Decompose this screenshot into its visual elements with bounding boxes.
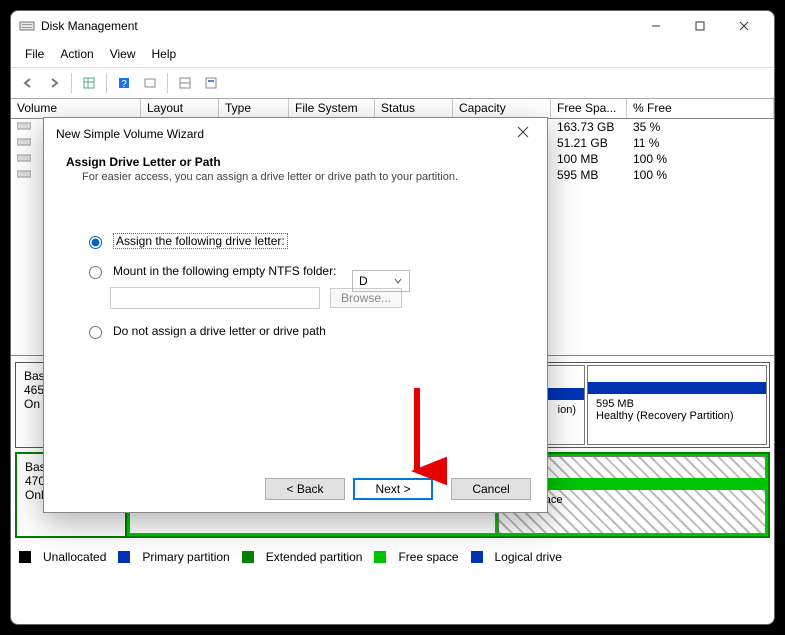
radio-mount-folder[interactable] [89, 266, 102, 279]
radio-assign-letter[interactable] [89, 236, 102, 249]
swatch-unallocated [19, 551, 31, 563]
menu-action[interactable]: Action [52, 43, 101, 65]
cell-pctfree: 100 % [627, 168, 673, 182]
new-simple-volume-wizard: New Simple Volume Wizard Assign Drive Le… [43, 117, 548, 513]
col-capacity[interactable]: Capacity [453, 99, 551, 118]
app-icon [19, 18, 35, 34]
wizard-subheading: For easier access, you can assign a driv… [66, 169, 525, 183]
cell-pctfree: 11 % [627, 136, 665, 150]
toolbar-view-icon[interactable] [78, 72, 100, 94]
radio-no-assign[interactable] [89, 326, 102, 339]
disk-icon [17, 120, 31, 132]
menu-help[interactable]: Help [144, 43, 185, 65]
drive-letter-select[interactable]: D [352, 270, 410, 292]
col-volume[interactable]: Volume [11, 99, 141, 118]
svg-text:?: ? [121, 79, 127, 90]
legend: Unallocated Primary partition Extended p… [11, 544, 774, 570]
forward-icon[interactable] [43, 72, 65, 94]
opt-no-assign-label: Do not assign a drive letter or drive pa… [113, 324, 326, 338]
swatch-free [374, 551, 386, 563]
back-icon[interactable] [17, 72, 39, 94]
toolbar-icon-2[interactable] [200, 72, 222, 94]
col-layout[interactable]: Layout [141, 99, 219, 118]
back-button[interactable]: < Back [265, 478, 345, 500]
swatch-logical [471, 551, 483, 563]
minimize-button[interactable] [634, 11, 678, 41]
swatch-primary [118, 551, 130, 563]
col-pctfree[interactable]: % Free [627, 99, 774, 118]
cell-freespace: 100 MB [551, 152, 627, 166]
window-title: Disk Management [41, 19, 138, 33]
disk-icon [17, 168, 31, 180]
cell-freespace: 51.21 GB [551, 136, 627, 150]
col-status[interactable]: Status [375, 99, 453, 118]
wizard-close-button[interactable] [511, 126, 535, 141]
disk-icon [17, 136, 31, 148]
disk-icon [17, 152, 31, 164]
folder-path-input[interactable] [110, 287, 320, 309]
wizard-heading: Assign Drive Letter or Path [66, 155, 525, 169]
menu-file[interactable]: File [17, 43, 52, 65]
toolbar-icon-1[interactable] [174, 72, 196, 94]
maximize-button[interactable] [678, 11, 722, 41]
opt-assign-letter-label: Assign the following drive letter: [113, 233, 288, 249]
partition-status: Healthy (Recovery Partition) [596, 410, 758, 422]
cancel-button[interactable]: Cancel [451, 478, 531, 500]
help-icon[interactable]: ? [113, 72, 135, 94]
cell-pctfree: 100 % [627, 152, 673, 166]
col-freespace[interactable]: Free Spa... [551, 99, 627, 118]
toolbar: ? [11, 67, 774, 99]
next-button[interactable]: Next > [353, 478, 433, 500]
menu-bar: File Action View Help [11, 41, 774, 67]
partition-recovery[interactable]: 595 MB Healthy (Recovery Partition) [587, 365, 767, 445]
col-type[interactable]: Type [219, 99, 289, 118]
cell-freespace: 163.73 GB [551, 120, 627, 134]
chevron-down-icon [393, 276, 403, 286]
volume-table-header: Volume Layout Type File System Status Ca… [11, 99, 774, 119]
col-filesystem[interactable]: File System [289, 99, 375, 118]
cell-pctfree: 35 % [627, 120, 666, 134]
refresh-icon[interactable] [139, 72, 161, 94]
close-button[interactable] [722, 11, 766, 41]
opt-mount-folder-label: Mount in the following empty NTFS folder… [113, 264, 336, 278]
partition-size: 595 MB [596, 398, 758, 410]
wizard-title: New Simple Volume Wizard [56, 127, 204, 141]
swatch-extended [242, 551, 254, 563]
title-bar: Disk Management [11, 11, 774, 41]
cell-freespace: 595 MB [551, 168, 627, 182]
disk-management-window: Disk Management File Action View Help ? … [10, 10, 775, 625]
menu-view[interactable]: View [102, 43, 144, 65]
